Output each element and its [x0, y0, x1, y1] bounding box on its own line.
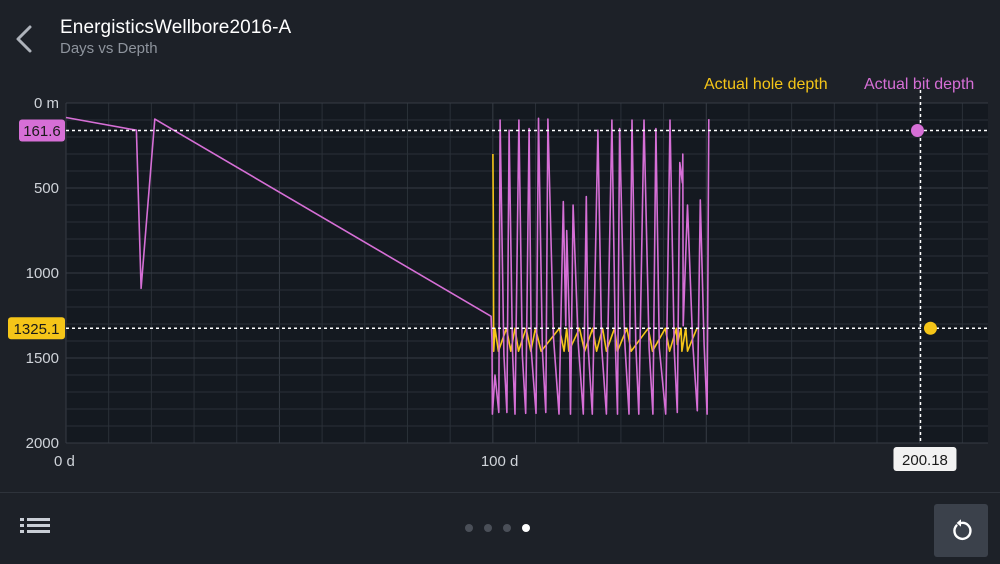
page-dot[interactable] [522, 524, 530, 532]
reset-zoom-button[interactable] [934, 504, 988, 557]
y-tick-label: 1000 [26, 265, 59, 282]
back-button[interactable] [8, 20, 42, 60]
page-dot[interactable] [465, 524, 473, 532]
page-indicator [465, 524, 530, 532]
y-tick-label: 2000 [26, 435, 59, 452]
y-tick-label: 0 m [34, 95, 59, 112]
page-dot[interactable] [503, 524, 511, 532]
y-tick-label: 500 [34, 180, 59, 197]
page-title: EnergisticsWellbore2016-A [60, 17, 292, 38]
menu-button[interactable] [18, 515, 54, 541]
cursor-bit-depth-marker [910, 123, 924, 137]
x-tick-label: 0 d [54, 453, 75, 470]
page-dot[interactable] [484, 524, 492, 532]
cursor-x-readout: 200.18 [902, 452, 948, 469]
list-icon [20, 518, 50, 533]
hole-depth-readout: 1325.1 [14, 321, 60, 338]
bit-depth-readout: 161.6 [23, 123, 61, 140]
days-vs-depth-chart[interactable]: 161.6 1325.1 200.18 0 d 100 d 0 m 500 1000 1500… [0, 90, 1000, 480]
page-subtitle: Days vs Depth [60, 40, 158, 57]
reset-icon [953, 518, 972, 540]
header-bar: EnergisticsWellbore2016-A Days vs Depth [0, 0, 1000, 70]
chevron-left-icon [16, 25, 32, 53]
x-tick-label: 100 d [481, 453, 519, 470]
y-tick-label: 1500 [26, 350, 59, 367]
footer-bar [0, 492, 1000, 564]
cursor-hole-depth-marker [923, 321, 937, 335]
